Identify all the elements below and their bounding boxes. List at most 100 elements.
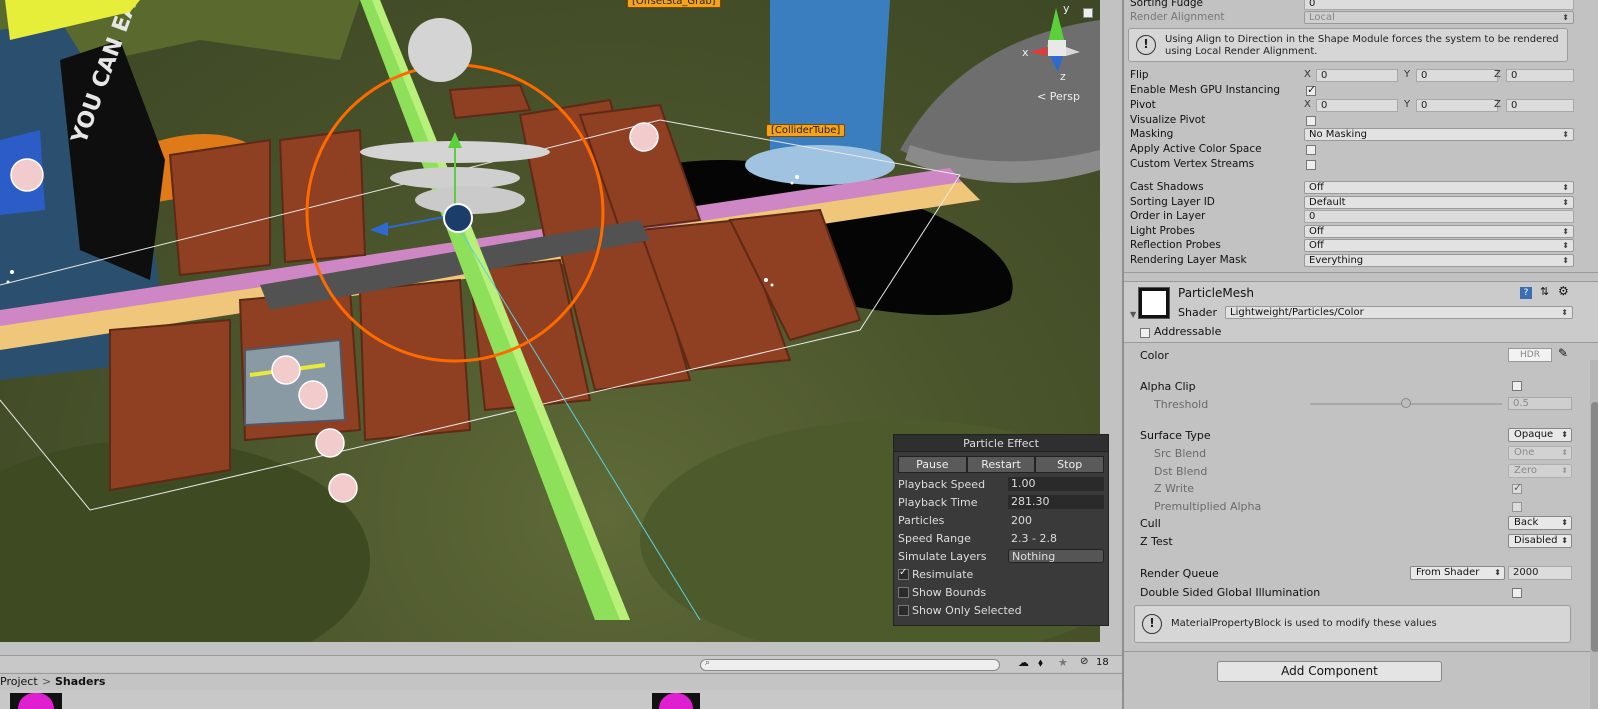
lock-icon[interactable] (1083, 8, 1093, 18)
double-sided-gi-label: Double Sided Global Illumination (1140, 586, 1321, 599)
flip-z-label: Z (1494, 69, 1501, 80)
search-input[interactable]: ⌕ (700, 658, 1000, 671)
flip-x-input[interactable]: 0 (1316, 69, 1398, 82)
show-bounds-row[interactable]: Show Bounds (894, 583, 1108, 601)
stop-button[interactable]: Stop (1035, 456, 1105, 473)
premultiplied-alpha-checkbox (1512, 502, 1522, 512)
search-icon: ⌕ (705, 658, 711, 668)
label-icon[interactable]: ⬧ (1038, 656, 1043, 670)
color-label: Color (1140, 349, 1169, 362)
reflection-probes-dropdown[interactable]: Off (1304, 239, 1574, 252)
divider (1124, 272, 1598, 273)
shader-dropdown[interactable]: Lightweight/Particles/Color (1225, 306, 1573, 319)
z-test-label: Z Test (1140, 535, 1173, 548)
flip-z-input[interactable]: 0 (1506, 69, 1574, 82)
pivot-z-input[interactable]: 0 (1506, 99, 1574, 112)
pivot-label: Pivot (1130, 99, 1156, 111)
sorting-layer-dropdown[interactable]: Default (1304, 196, 1574, 209)
z-test-dropdown[interactable]: Disabled (1508, 534, 1572, 548)
hidden-count: 18 (1096, 657, 1109, 668)
resimulate-row[interactable]: Resimulate (894, 565, 1108, 583)
star-icon[interactable]: ★ (1058, 656, 1068, 669)
color-swatch[interactable]: HDR (1508, 348, 1552, 362)
visualize-pivot-checkbox[interactable] (1306, 116, 1316, 126)
threshold-slider-handle[interactable] (1401, 398, 1411, 408)
svg-text:y: y (1063, 2, 1070, 15)
render-queue-label: Render Queue (1140, 567, 1219, 580)
breadcrumb-project[interactable]: Project (0, 674, 38, 690)
surface-type-dropdown[interactable]: Opaque (1508, 428, 1572, 442)
resimulate-checkbox[interactable] (898, 567, 909, 580)
light-probes-dropdown[interactable]: Off (1304, 225, 1574, 238)
show-bounds-checkbox[interactable] (898, 586, 909, 598)
sorting-layer-label: Sorting Layer ID (1130, 196, 1215, 208)
eyedropper-icon[interactable]: ✎ (1558, 346, 1568, 360)
gpu-instancing-label: Enable Mesh GPU Instancing (1130, 84, 1281, 96)
show-only-selected-checkbox[interactable] (898, 604, 909, 616)
divider (1124, 651, 1598, 652)
playback-time-input[interactable]: 281.30 (1008, 495, 1104, 509)
gpu-instancing-checkbox[interactable] (1306, 83, 1316, 96)
visualize-pivot-label: Visualize Pivot (1130, 114, 1206, 126)
material-name: ParticleMesh (1178, 286, 1254, 300)
pivot-y-input[interactable]: 0 (1416, 99, 1498, 112)
rendering-layer-mask-dropdown[interactable]: Everything (1304, 254, 1574, 267)
shader-label: Shader (1178, 306, 1217, 319)
particles-row: Particles 200 (894, 511, 1108, 529)
mpb-help-text: MaterialPropertyBlock is used to modify … (1171, 618, 1437, 629)
double-sided-gi-checkbox[interactable] (1512, 588, 1522, 598)
add-component-button[interactable]: Add Component (1217, 661, 1442, 682)
persp-toggle[interactable]: < Persp (1037, 90, 1080, 103)
cast-shadows-dropdown[interactable]: Off (1304, 181, 1574, 194)
alpha-clip-label: Alpha Clip (1140, 380, 1196, 393)
active-color-space-label: Apply Active Color Space (1130, 143, 1262, 155)
flip-y-input[interactable]: 0 (1416, 69, 1498, 82)
cull-dropdown[interactable]: Back (1508, 516, 1572, 530)
layers-icon[interactable]: ☁ (1018, 656, 1029, 669)
gear-icon[interactable]: ⚙ (1558, 284, 1569, 298)
inspector-panel: Sorting Fudge 0 Render Alignment Local !… (1122, 0, 1598, 709)
show-bounds-label: Show Bounds (912, 585, 987, 599)
svg-text:z: z (1060, 70, 1066, 83)
render-queue-input[interactable]: 2000 (1508, 566, 1572, 580)
addressable-checkbox[interactable] (1140, 328, 1150, 338)
active-color-space-checkbox[interactable] (1306, 145, 1316, 155)
help-icon[interactable]: ? (1520, 287, 1532, 299)
alpha-clip-checkbox[interactable] (1512, 381, 1522, 391)
speed-range-row: Speed Range 2.3 - 2.8 (894, 529, 1108, 547)
svg-text:x: x (1022, 46, 1029, 59)
simulate-layers-dropdown[interactable]: Nothing (1008, 549, 1104, 563)
info-icon: ! (1136, 35, 1156, 55)
hidden-objects-icon[interactable]: ⊘ (1080, 656, 1088, 667)
simulate-layers-row: Simulate Layers Nothing (894, 547, 1108, 565)
cast-shadows-label: Cast Shadows (1130, 181, 1204, 193)
breadcrumb-separator: > (42, 675, 52, 688)
custom-vertex-streams-checkbox[interactable] (1306, 160, 1316, 170)
asset-thumbnail[interactable] (10, 693, 62, 709)
playback-speed-input[interactable]: 1.00 (1008, 477, 1104, 491)
addressable-label: Addressable (1154, 325, 1222, 338)
masking-dropdown[interactable]: No Masking (1304, 128, 1574, 141)
show-only-selected-label: Show Only Selected (912, 603, 1022, 617)
asset-thumbnail[interactable] (652, 693, 700, 709)
threshold-input[interactable]: 0.5 (1508, 397, 1572, 410)
breadcrumb-shaders[interactable]: Shaders (55, 674, 105, 690)
z-write-label: Z Write (1154, 482, 1195, 495)
restart-button[interactable]: Restart (966, 456, 1036, 473)
flip-y-label: Y (1404, 69, 1411, 80)
pause-button[interactable]: Pause (898, 456, 967, 473)
src-blend-dropdown: One (1508, 446, 1572, 460)
light-probes-label: Light Probes (1130, 225, 1195, 237)
render-queue-dropdown[interactable]: From Shader (1410, 566, 1505, 580)
info-icon: ! (1142, 614, 1162, 634)
rendering-layer-mask-label: Rendering Layer Mask (1130, 254, 1247, 266)
masking-label: Masking (1130, 128, 1174, 140)
sorting-fudge-input[interactable]: 0 (1304, 0, 1574, 10)
pivot-x-input[interactable]: 0 (1316, 99, 1398, 112)
inspector-scrollbar-thumb[interactable] (1591, 402, 1598, 652)
order-in-layer-input[interactable]: 0 (1304, 210, 1574, 223)
foldout-arrow-icon[interactable]: ▼ (1130, 310, 1136, 319)
show-only-selected-row[interactable]: Show Only Selected (894, 601, 1108, 619)
playback-time-label: Playback Time (898, 495, 978, 509)
presets-icon[interactable]: ⇅ (1540, 285, 1549, 298)
